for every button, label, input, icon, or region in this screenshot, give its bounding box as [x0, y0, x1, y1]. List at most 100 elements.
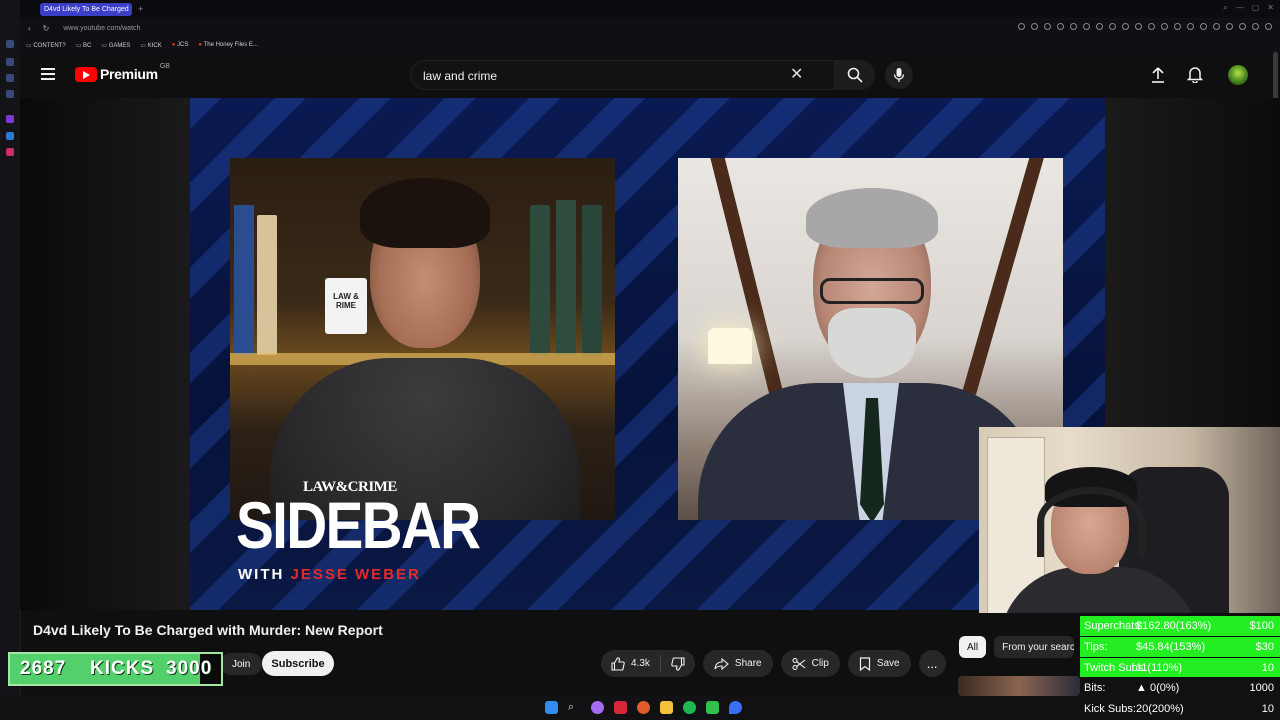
- guest-beard: [828, 308, 916, 378]
- streamer-headset: [1037, 487, 1145, 557]
- clear-icon[interactable]: ✕: [790, 64, 803, 84]
- bell-icon[interactable]: [1186, 65, 1204, 83]
- goal-target: 10: [1261, 661, 1274, 674]
- related-video-thumbnail[interactable]: [958, 676, 1080, 696]
- ceiling-beam: [962, 158, 1048, 395]
- extension-icon[interactable]: [1083, 23, 1090, 30]
- extension-icon[interactable]: [1187, 23, 1194, 30]
- bookmark-item[interactable]: JCS: [172, 42, 188, 48]
- back-icon[interactable]: ‹: [28, 24, 31, 33]
- extension-icon[interactable]: [1070, 23, 1077, 30]
- extension-icon[interactable]: [1031, 23, 1038, 30]
- like-dislike-group: 4.3k: [601, 650, 695, 677]
- mic-icon: [893, 68, 905, 82]
- join-button[interactable]: Join: [220, 653, 263, 675]
- sidebar-app-icon[interactable]: [6, 148, 14, 156]
- app-icon[interactable]: [591, 701, 604, 714]
- extension-icon[interactable]: [1252, 23, 1259, 30]
- goal-target: 1000: [1249, 682, 1274, 695]
- sidebar-app-icon[interactable]: [6, 115, 14, 123]
- chip-from-your-search[interactable]: From your search: [994, 636, 1075, 658]
- goal-row: Superchats: $162.80(163%) $100: [1080, 616, 1280, 637]
- extension-icon[interactable]: [1213, 23, 1220, 30]
- search-button[interactable]: [835, 60, 875, 90]
- save-button[interactable]: Save: [847, 650, 911, 677]
- kicks-current: 2687: [20, 658, 67, 679]
- menu-icon[interactable]: [41, 68, 55, 80]
- spotify-icon[interactable]: [683, 701, 696, 714]
- reload-icon[interactable]: ↻: [43, 24, 50, 33]
- search-input[interactable]: [421, 68, 785, 84]
- extension-icon[interactable]: [1265, 23, 1272, 30]
- extension-icon[interactable]: [1200, 23, 1207, 30]
- subscribe-button[interactable]: Subscribe: [262, 651, 334, 676]
- bookshelf-book: [556, 200, 576, 355]
- search-tabs-icon[interactable]: ⌕: [1223, 3, 1227, 13]
- bookmark-item[interactable]: BC: [76, 42, 91, 49]
- extension-icon[interactable]: [1161, 23, 1168, 30]
- extension-icon[interactable]: [1174, 23, 1181, 30]
- youtube-logo[interactable]: Premium GB: [75, 63, 170, 82]
- sidebar-app-icon[interactable]: [6, 90, 14, 98]
- bookmark-item[interactable]: The Honey Files E...: [198, 42, 258, 48]
- dislike-button[interactable]: [661, 656, 695, 671]
- extension-icon[interactable]: [1044, 23, 1051, 30]
- bookmark-item[interactable]: CONTENT?: [26, 42, 65, 49]
- extension-icon[interactable]: [1109, 23, 1116, 30]
- extension-icon[interactable]: [1148, 23, 1155, 30]
- url-field[interactable]: www.youtube.com/watch: [63, 25, 140, 32]
- goal-progress-text: 0(0%): [1149, 682, 1180, 695]
- sidebar-app-icon[interactable]: [6, 74, 14, 82]
- browser-tab-active[interactable]: D4vd Likely To Be Charged: [40, 2, 132, 16]
- video-title: D4vd Likely To Be Charged with Murder: N…: [33, 622, 383, 638]
- app-icon[interactable]: [614, 701, 627, 714]
- upload-icon[interactable]: [1150, 66, 1166, 84]
- chip-all[interactable]: All: [959, 636, 987, 658]
- search-icon[interactable]: ⌕: [568, 701, 581, 714]
- minimize-icon[interactable]: —: [1236, 3, 1244, 13]
- goal-target: $30: [1255, 640, 1274, 653]
- thumbs-up-icon: [611, 656, 625, 671]
- extension-icon[interactable]: [1122, 23, 1129, 30]
- bookmarks-bar: CONTENT? BC GAMES KICK JCS The Honey Fil…: [20, 38, 1280, 52]
- extension-icon[interactable]: [1239, 23, 1246, 30]
- extensions-bar: [1018, 23, 1272, 30]
- kicks-goal: 3000: [166, 658, 213, 679]
- bookmark-item[interactable]: GAMES: [101, 42, 131, 49]
- more-actions-button[interactable]: ...: [918, 650, 946, 677]
- bookshelf-book: [234, 205, 254, 355]
- extension-icon[interactable]: [1096, 23, 1103, 30]
- folder-icon[interactable]: [660, 701, 673, 714]
- avatar[interactable]: [1228, 65, 1248, 85]
- law-crime-mug: LAW & RIME: [325, 278, 367, 334]
- app-icon[interactable]: [706, 701, 719, 714]
- goal-name: Superchats:: [1084, 620, 1143, 632]
- browser-sidebar: [0, 0, 21, 720]
- voice-search-button[interactable]: [885, 61, 913, 89]
- app-icon[interactable]: [729, 701, 742, 714]
- clip-button[interactable]: Clip: [780, 650, 840, 677]
- like-button[interactable]: 4.3k: [601, 655, 661, 672]
- bookmark-icon: [859, 656, 870, 671]
- clip-label: Clip: [811, 658, 829, 669]
- extension-icon[interactable]: [1018, 23, 1025, 30]
- kicks-label: KICKS: [90, 658, 155, 679]
- maximize-icon[interactable]: ▢: [1252, 3, 1260, 13]
- goal-name: Tips:: [1084, 640, 1108, 653]
- close-window-icon[interactable]: ✕: [1267, 3, 1274, 13]
- windows-start-icon[interactable]: [545, 701, 558, 714]
- app-icon[interactable]: [637, 701, 650, 714]
- browser-tabbar: D4vd Likely To Be Charged + ⌕ — ▢ ✕: [20, 0, 1280, 18]
- video-actions: 4.3k Share Clip Save ...: [601, 650, 946, 677]
- sidebar-app-icon[interactable]: [6, 58, 14, 66]
- bookmark-item[interactable]: KICK: [140, 42, 162, 49]
- kicks-goal-widget: 2687 KICKS 3000: [8, 652, 223, 686]
- share-button[interactable]: Share: [702, 650, 773, 677]
- extension-icon[interactable]: [1057, 23, 1064, 30]
- sidebar-app-icon[interactable]: [6, 132, 14, 140]
- new-tab-icon[interactable]: +: [138, 4, 143, 14]
- extension-icon[interactable]: [1135, 23, 1142, 30]
- extension-icon[interactable]: [1226, 23, 1233, 30]
- sidebar-app-icon[interactable]: [6, 40, 14, 48]
- thumbs-down-icon: [671, 656, 685, 671]
